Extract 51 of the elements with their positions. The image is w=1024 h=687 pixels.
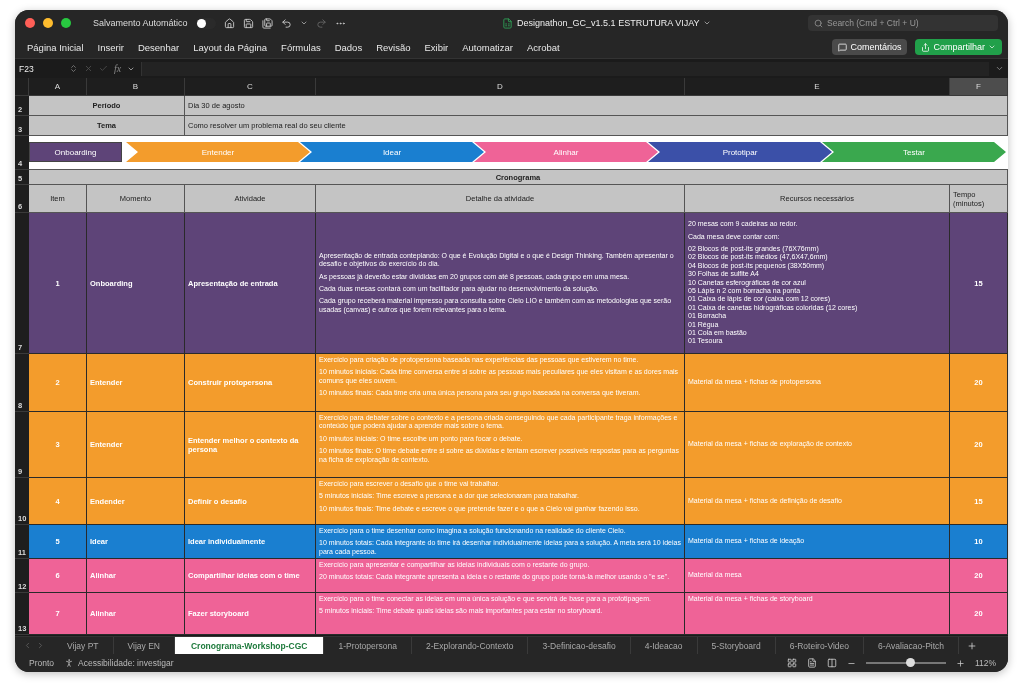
column-header[interactable]: C [185, 78, 316, 96]
ribbon-tab[interactable]: Exibir [418, 39, 455, 55]
ribbon-tab[interactable]: Inserir [91, 39, 130, 55]
zoom-button[interactable] [61, 18, 71, 28]
column-header[interactable]: E [685, 78, 950, 96]
slider-thumb[interactable] [905, 658, 915, 667]
ribbon-tab[interactable]: Revisão [370, 39, 417, 55]
ribbon-tab[interactable]: Desenhar [131, 39, 186, 55]
page-layout-icon[interactable] [806, 658, 817, 668]
ribbon-tab[interactable]: Dados [328, 39, 369, 55]
search-field[interactable]: Search (Cmd + Ctrl + U) [808, 15, 998, 31]
zoom-in-icon[interactable] [955, 658, 965, 668]
undo-icon[interactable] [280, 17, 292, 29]
status-text: Pronto [29, 658, 55, 668]
column-header[interactable]: D [316, 78, 685, 96]
accessibility-status[interactable]: Acessibilidade: investigar [78, 658, 174, 668]
expand-icon[interactable] [995, 64, 1004, 73]
page-break-icon[interactable] [826, 658, 837, 668]
plus-icon [967, 640, 978, 651]
close-button[interactable] [25, 18, 35, 28]
autosave-toggle[interactable] [195, 17, 216, 29]
column-header[interactable]: B [87, 78, 185, 96]
accessibility-icon [64, 658, 75, 668]
ribbon-tab[interactable]: Acrobat [520, 39, 566, 55]
autosave-label: Salvamento Automático [93, 18, 188, 28]
document-title[interactable]: Designathon_GC_v1.5.1 ESTRUTURA VIJAY [517, 18, 700, 28]
function-button[interactable]: fx [114, 63, 122, 74]
caret-icon[interactable] [299, 19, 308, 27]
minimize-button[interactable] [43, 18, 53, 28]
sheet-tab[interactable]: Cronograma-Workshop-CGC [174, 637, 325, 654]
comment-icon [838, 42, 848, 52]
normal-view-icon[interactable] [786, 658, 797, 668]
name-box[interactable]: F23 [15, 59, 63, 78]
spreadsheet-file-icon [502, 17, 514, 29]
column-header[interactable]: F [950, 78, 1008, 96]
zoom-level: 112% [974, 658, 996, 668]
ribbon-tab[interactable]: Layout da Página [187, 39, 274, 55]
formula-field[interactable] [141, 61, 989, 76]
search-icon [814, 18, 823, 28]
ribbon-tab[interactable]: Página Inicial [21, 39, 90, 55]
save-icon[interactable] [242, 17, 254, 29]
column-header[interactable]: A [29, 78, 87, 96]
share-icon [921, 42, 931, 52]
caret-icon[interactable] [703, 19, 712, 27]
save-copy-icon[interactable] [261, 17, 273, 29]
home-icon[interactable] [223, 17, 235, 29]
ribbon-tab[interactable]: Automatizar [456, 39, 519, 55]
comments-button[interactable]: Comentários [832, 39, 908, 55]
ribbon-tab[interactable]: Fórmulas [275, 39, 327, 55]
caret-icon [988, 43, 996, 51]
stepper-icon[interactable] [69, 64, 78, 73]
